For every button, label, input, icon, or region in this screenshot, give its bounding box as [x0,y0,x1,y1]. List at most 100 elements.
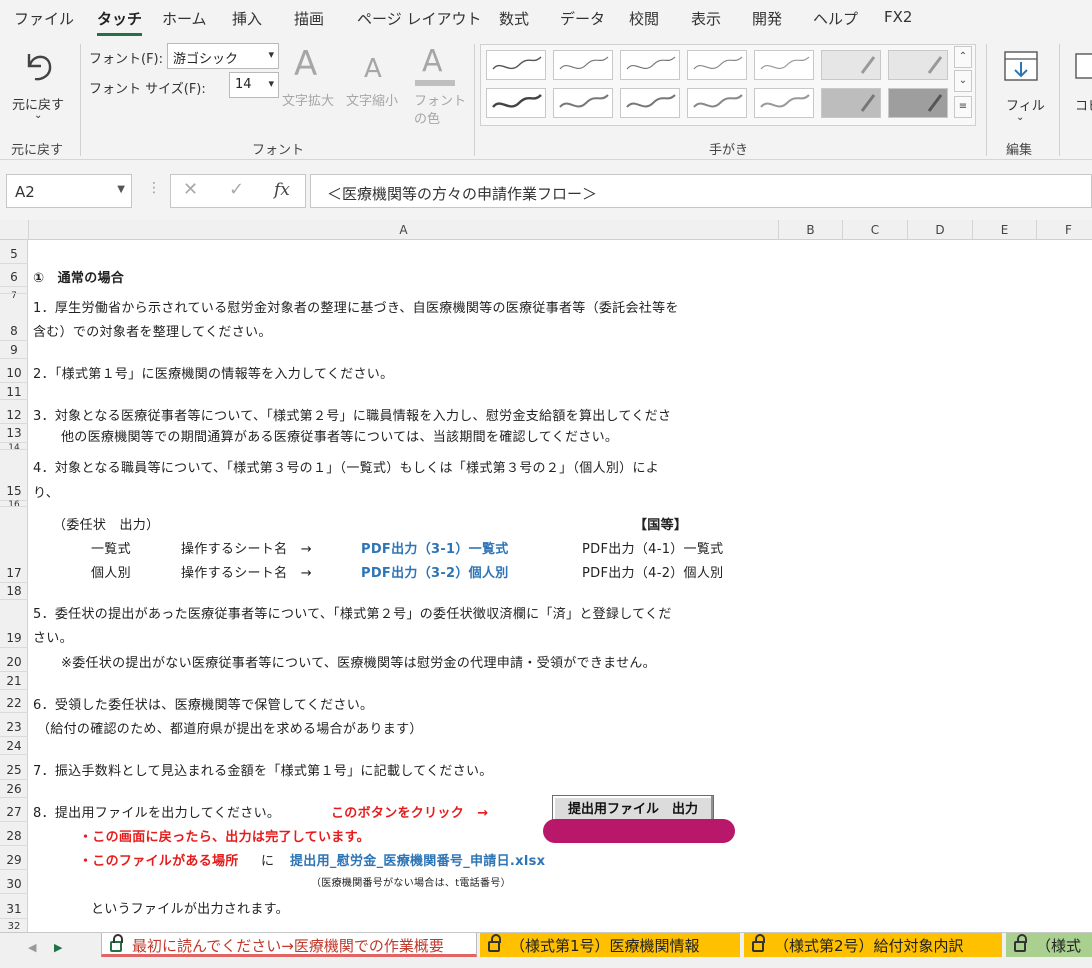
copy-button[interactable]: コピ [1068,44,1092,130]
gallery-down-icon[interactable]: ⌄ [954,70,972,92]
row-header[interactable]: 26 [0,782,28,796]
font-color-button[interactable]: A フォント の色 [412,44,466,128]
row-header[interactable]: 19 [0,631,28,645]
gallery-more-icon[interactable]: ≡ [954,96,972,118]
row-header[interactable]: 12 [0,408,28,422]
cancel-icon[interactable]: ✕ [183,179,198,200]
row-header[interactable]: 29 [0,853,28,867]
column-header-e[interactable]: E [973,220,1037,240]
shrink-font-button[interactable]: A 文字縮小 [346,44,406,124]
column-header-c[interactable]: C [843,220,908,240]
row-header[interactable]: 30 [0,877,28,891]
pen-thin-1[interactable] [486,50,546,80]
row-header[interactable]: 23 [0,720,28,734]
tab-home[interactable]: ホーム [162,8,207,29]
pen-thick-4[interactable] [687,88,747,118]
row2-sheet-link[interactable]: PDF出力（3-2）個人別 [361,562,509,581]
highlighter-2[interactable] [888,50,948,80]
row-header[interactable]: 8 [0,324,28,338]
row-header[interactable]: 10 [0,366,28,380]
pen-thin-2[interactable] [553,50,613,80]
row-header[interactable]: 13 [0,426,28,440]
sheet-cells[interactable]: ① 通常の場合 1．厚生労働省から示されている慰労金対象者の整理に基づき、自医療… [29,240,1092,932]
chevron-down-icon: ▼ [117,184,125,195]
column-header-d[interactable]: D [908,220,973,240]
highlighter-3[interactable] [821,88,881,118]
font-name-combo[interactable]: 游ゴシック ▾ [167,43,279,69]
highlighter-4[interactable] [888,88,948,118]
pen-thick-5[interactable] [754,88,814,118]
row-header[interactable]: 21 [0,674,28,688]
column-header-b[interactable]: B [779,220,843,240]
row-header[interactable]: 27 [0,805,28,819]
sheet-tab-form2[interactable]: （様式第2号）給付対象内訳 [744,933,1002,957]
copy-icon [1075,53,1092,79]
pen-thin-3[interactable] [620,50,680,80]
gallery-up-icon[interactable]: ⌃ [954,46,972,68]
pen-stroke-icon [492,56,542,70]
select-all-corner[interactable] [0,220,29,240]
font-color-label-1: フォント [414,94,467,109]
sheet-tab-form3[interactable]: （様式 [1006,933,1092,957]
name-box[interactable]: A2 ▼ [6,174,132,208]
formula-input[interactable]: ＜医療機関等の方々の申請作業フロー＞ [310,174,1092,208]
column-header-f[interactable]: F [1037,220,1092,240]
tab-touch[interactable]: タッチ [97,8,143,36]
row-header[interactable]: 20 [0,655,28,669]
sheet-tab-form1[interactable]: （様式第1号）医療機関情報 [480,933,740,957]
row-header[interactable]: 9 [0,343,28,357]
row1-sheet-link[interactable]: PDF出力（3-1）一覧式 [361,538,509,557]
step-3-line-1: 3．対象となる医療従事者等について、「様式第２号」に職員情報を入力し、慰労金支給… [33,409,672,424]
lock-icon [488,934,501,952]
row-header[interactable]: 22 [0,696,28,710]
pen-thin-5[interactable] [754,50,814,80]
tab-page-layout[interactable]: ページ レイアウト [357,8,481,29]
tab-draw[interactable]: 描画 [294,8,324,29]
row-header[interactable]: 11 [0,385,28,399]
sheet-tab-overview[interactable]: 最初に読んでください→医療機関での作業概要 [101,933,477,957]
pen-thin-4[interactable] [687,50,747,80]
highlighter-1[interactable] [821,50,881,80]
grow-font-button[interactable]: A 文字拡大 [282,44,342,124]
next-sheet-icon[interactable]: ▶ [54,941,62,954]
row-header[interactable]: 15 [0,484,28,498]
pen-thick-3[interactable] [620,88,680,118]
row-divider [0,582,28,583]
prev-sheet-icon[interactable]: ◀ [28,941,36,954]
tab-formulas[interactable]: 数式 [499,8,529,29]
undo-button[interactable]: 元に戻す ⌄ [6,44,72,130]
location-bullet: ・このファイルがある場所 [79,854,239,869]
tab-review[interactable]: 校閲 [629,8,659,29]
enter-icon[interactable]: ✓ [229,179,244,200]
tab-fx2[interactable]: FX2 [884,8,912,26]
row-header[interactable]: 18 [0,584,28,598]
column-header-a[interactable]: A [29,220,779,240]
tab-developer[interactable]: 開発 [752,8,782,29]
shrink-font-label: 文字縮小 [346,94,399,109]
row-header[interactable]: 6 [0,270,28,284]
tab-view[interactable]: 表示 [691,8,721,29]
row-divider [0,736,28,737]
row-header[interactable]: 28 [0,829,28,843]
row-header[interactable]: 14 [0,443,28,453]
chevron-down-icon: ⌄ [34,110,43,121]
row-header[interactable]: 17 [0,566,28,580]
row-header[interactable]: 25 [0,763,28,777]
row-header[interactable]: 24 [0,739,28,753]
pen-thick-1[interactable] [486,88,546,118]
tab-insert[interactable]: 挿入 [232,8,262,29]
tab-file[interactable]: ファイル [14,8,74,29]
chevron-down-icon: ⌄ [1016,112,1025,123]
pen-thick-2[interactable] [553,88,613,118]
row-header[interactable]: 5 [0,247,28,261]
row-header[interactable]: 16 [0,500,28,510]
lock-icon [1014,934,1027,952]
tab-data[interactable]: データ [560,8,605,29]
tab-help[interactable]: ヘルプ [813,8,858,29]
font-size-combo[interactable]: 14 ▾ [229,72,279,98]
fill-button[interactable]: フィル ⌄ [996,44,1046,130]
row-header[interactable]: 32 [0,921,28,932]
row-header[interactable]: 31 [0,902,28,916]
lock-icon [110,934,123,952]
insert-function-icon[interactable]: fx [274,180,290,200]
